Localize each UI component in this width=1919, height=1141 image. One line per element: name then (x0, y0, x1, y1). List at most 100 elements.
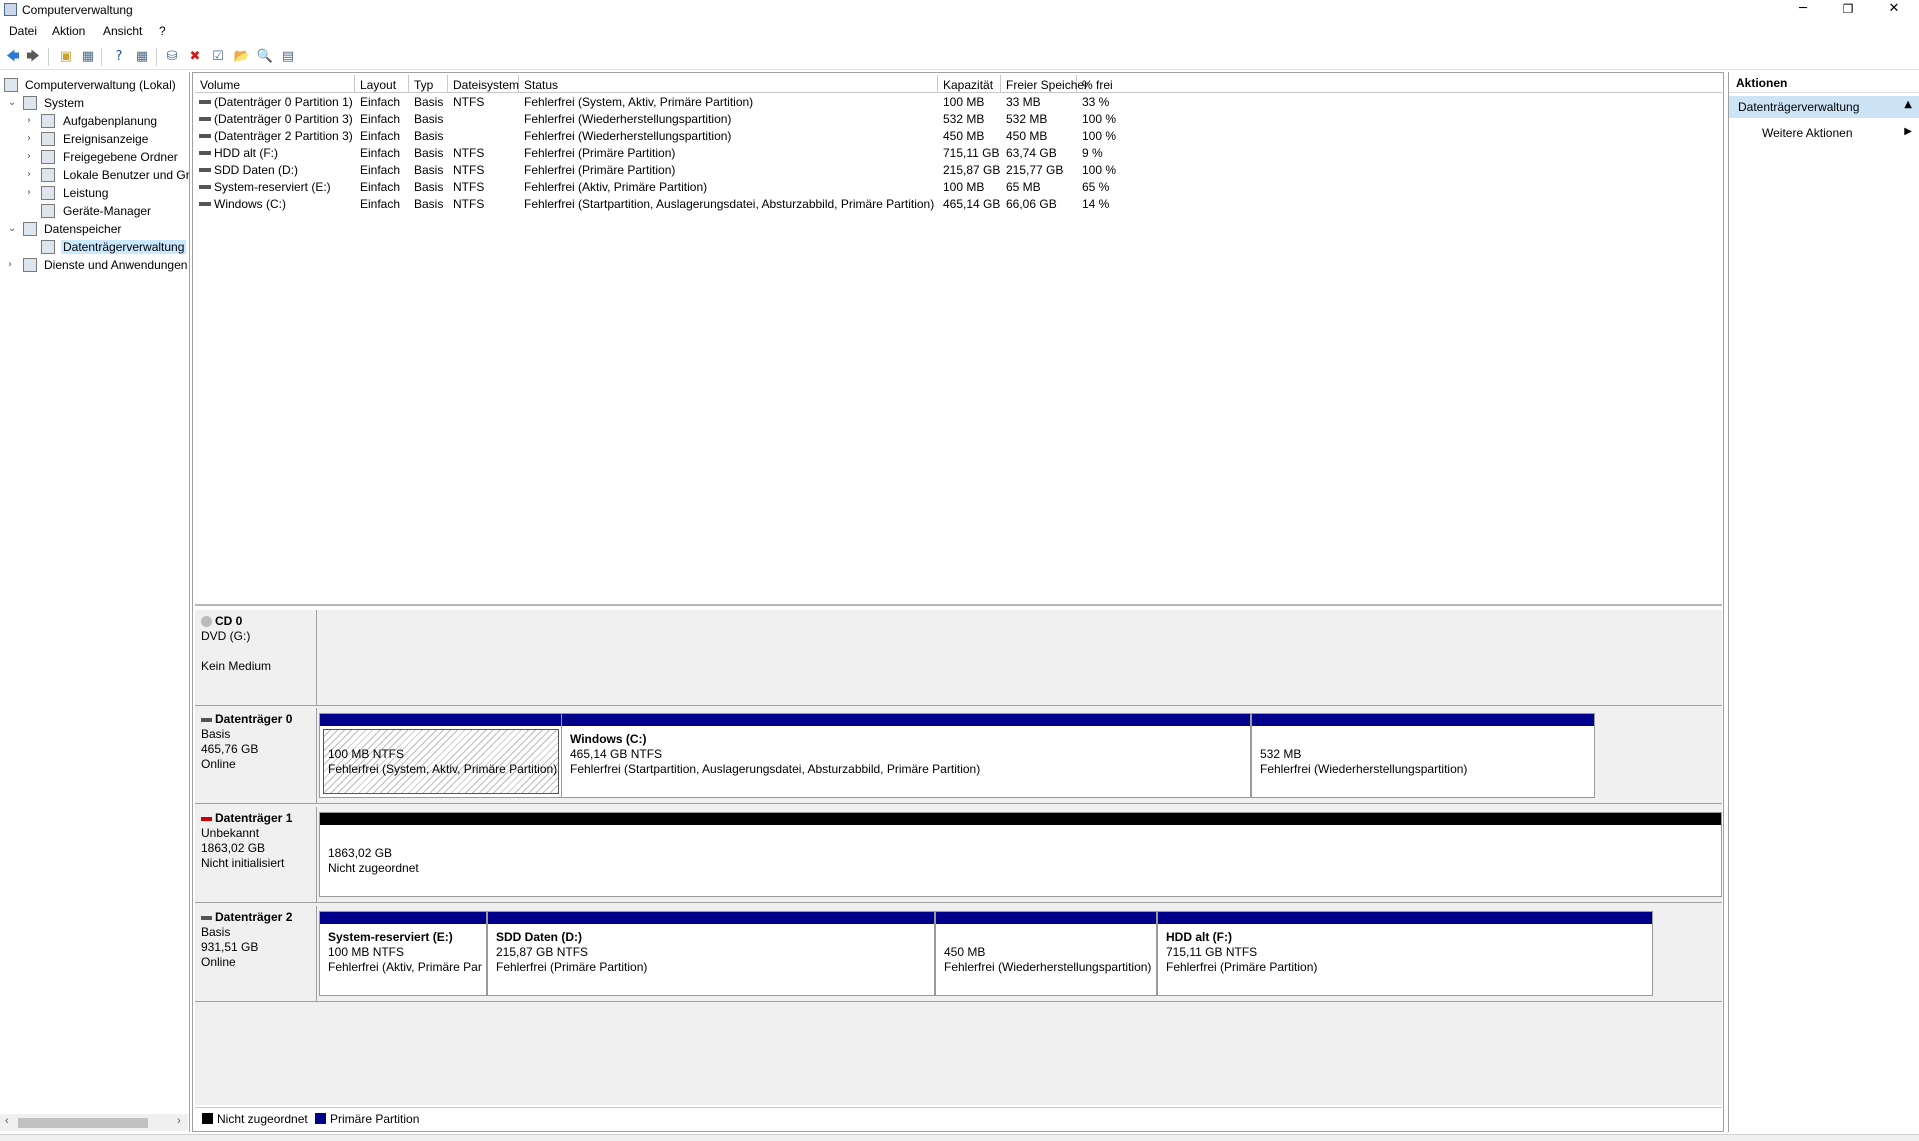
scroll-thumb[interactable] (18, 1118, 148, 1128)
disk-label-cd-0[interactable]: CD 0 DVD (G:) Kein Medium (195, 610, 317, 706)
properties-icon[interactable]: ▤ (279, 48, 297, 66)
cell-dateisystem: NTFS (453, 146, 484, 160)
column-header-freier-speicher[interactable]: Freier Speicher (1001, 75, 1088, 93)
collapse-up-icon[interactable]: ▲ (1904, 99, 1912, 110)
partition-system-reserviert-e[interactable]: System-reserviert (E:) 100 MB NTFS Fehlerf… (319, 911, 487, 996)
connect-drive-icon[interactable]: ⛁ (163, 48, 181, 66)
table-row[interactable]: SDD Daten (D:) Einfach Basis NTFS Fehlerfrei… (195, 162, 1722, 179)
scroll-right-icon[interactable]: › (177, 1115, 181, 1127)
partition-sdd-daten-d[interactable]: SDD Daten (D:) 215,87 GB NTFS Fehlerfrei (… (487, 911, 935, 996)
disk-name-text: Datenträger 0 (215, 712, 293, 726)
disk-name-text: CD 0 (215, 614, 243, 628)
table-row[interactable]: System-reserviert (E:) Einfach Basis NTFS Fe… (195, 179, 1722, 196)
services-icon (23, 258, 37, 272)
back-icon[interactable]: 🡄 (4, 48, 22, 66)
tree-horizontal-scrollbar[interactable]: ‹ › (0, 1114, 188, 1131)
column-header-dateisystem[interactable]: Dateisystem (448, 75, 519, 93)
cell-text: System-reserviert (E:) (214, 180, 331, 194)
column-header-kapazität[interactable]: Kapazität (938, 75, 1001, 93)
more-actions-item[interactable]: Weitere Aktionen ▶ (1729, 122, 1919, 144)
menu-datei[interactable]: Datei (9, 24, 37, 38)
check-icon[interactable]: ☑ (209, 48, 227, 66)
cell-text: Basis (414, 112, 444, 126)
table-row[interactable]: (Datenträger 2 Partition 3) Einfach Basis F… (195, 128, 1722, 145)
partition-hdd-alt-f[interactable]: HDD alt (F:) 715,11 GB NTFS Fehlerfrei (Pr… (1157, 911, 1653, 996)
forward-icon[interactable]: 🡆 (24, 48, 42, 66)
cell-text: 63,74 GB (1006, 146, 1057, 160)
partition-title (1260, 732, 1586, 747)
menu-help[interactable]: ? (159, 24, 166, 38)
more-actions-label: Weitere Aktionen (1762, 126, 1853, 140)
tree-item-datenspeicher[interactable]: ⌄ Datenspeicher (0, 220, 189, 238)
cell-typ: Basis (414, 197, 443, 211)
cell-freier-speicher: 33 MB (1006, 95, 1041, 109)
collapsed-chevron-icon[interactable]: › (27, 169, 37, 180)
folder-search-icon[interactable]: 🔍 (256, 48, 274, 66)
disk-label-datenträger-2[interactable]: Datenträger 2 Basis 931,51 GB Online (195, 906, 317, 1002)
partition-unnamed-2[interactable]: 450 MB Fehlerfrei (Wiederherstellungspart… (935, 911, 1157, 996)
collapsed-chevron-icon[interactable]: › (27, 151, 37, 162)
tree-item-aufgabenplanung[interactable]: › Aufgabenplanung (0, 112, 189, 130)
tree-item-lokale-benutzer-und-gr[interactable]: › Lokale Benutzer und Gr (0, 166, 189, 184)
cell-text: 450 MB (943, 129, 985, 143)
disk-label-datenträger-1[interactable]: Datenträger 1 Unbekannt 1863,02 GB Nicht in… (195, 807, 317, 903)
tree-item-system[interactable]: ⌄ System (0, 94, 189, 112)
table-row[interactable]: (Datenträger 0 Partition 3) Einfach Basis F… (195, 111, 1722, 128)
toolbar-separator (48, 48, 49, 66)
cell-status: Fehlerfrei (Aktiv, Primäre Partition) (524, 180, 707, 194)
tree-item-computerverwaltung-lokal[interactable]: Computerverwaltung (Lokal) (0, 76, 189, 94)
legend-swatch-primary (315, 1113, 326, 1124)
menu-bar: Datei Aktion Ansicht ? (0, 21, 1919, 43)
collapsed-chevron-icon[interactable]: › (27, 133, 37, 144)
actions-header: Aktionen (1729, 72, 1919, 93)
scroll-left-icon[interactable]: ‹ (5, 1115, 9, 1127)
show-hide-action-icon[interactable]: ▦ (133, 48, 151, 66)
partition-unnamed-2[interactable]: 532 MB Fehlerfrei (Wiederherstellungspart… (1251, 713, 1595, 798)
partition-unnamed-0[interactable]: 100 MB NTFS Fehlerfrei (System, Aktiv, Pr… (319, 713, 563, 798)
help-icon[interactable]: ? (110, 48, 128, 66)
table-row[interactable]: HDD alt (F:) Einfach Basis NTFS Fehlerfrei (… (195, 145, 1722, 162)
disk-name-text: Datenträger 1 (215, 811, 293, 825)
partition-windows-c[interactable]: Windows (C:) 465,14 GB NTFS Fehlerfrei (St… (561, 713, 1251, 798)
expanded-chevron-icon[interactable]: ⌄ (8, 223, 18, 234)
tree-item-freigegebene-ordner[interactable]: › Freigegebene Ordner (0, 148, 189, 166)
folder-open-icon[interactable]: 📂 (233, 48, 251, 66)
tree-item-dienste-und-anwendungen[interactable]: › Dienste und Anwendungen (0, 256, 189, 274)
cell-volume: (Datenträger 0 Partition 1) (195, 95, 353, 109)
column-header-layout[interactable]: Layout (355, 75, 409, 93)
column-header-volume[interactable]: Volume (195, 75, 355, 93)
actions-section-disk-management[interactable]: Datenträgerverwaltung ▲ (1729, 96, 1919, 118)
column-header-typ[interactable]: Typ (409, 75, 448, 93)
tree-item-label: Ereignisanzeige (63, 132, 149, 146)
close-button[interactable]: ✕ (1872, 0, 1916, 20)
menu-aktion[interactable]: Aktion (52, 24, 85, 38)
collapsed-chevron-icon[interactable]: › (27, 115, 37, 126)
column-header-status[interactable]: Status (519, 75, 938, 93)
table-row[interactable]: (Datenträger 0 Partition 1) Einfach Basis N… (195, 94, 1722, 111)
table-row[interactable]: Windows (C:) Einfach Basis NTFS Fehlerfrei (… (195, 196, 1722, 213)
minimize-button[interactable]: ─ (1781, 0, 1825, 20)
column-header-frei[interactable]: % frei (1077, 75, 1722, 93)
cell-frei: 100 % (1082, 129, 1116, 143)
menu-ansicht[interactable]: Ansicht (103, 24, 142, 38)
collapsed-chevron-icon[interactable]: › (27, 187, 37, 198)
disk-partition-strip: 100 MB NTFS Fehlerfrei (System, Aktiv, Pr… (317, 708, 1722, 804)
disk-label-datenträger-0[interactable]: Datenträger 0 Basis 465,76 GB Online (195, 708, 317, 804)
collapsed-chevron-icon[interactable]: › (8, 259, 18, 270)
expanded-chevron-icon[interactable]: ⌄ (8, 97, 18, 108)
partition-type-bar (320, 714, 562, 726)
restore-button[interactable]: ❐ (1826, 0, 1870, 20)
tree-item-leistung[interactable]: › Leistung (0, 184, 189, 202)
partition-unnamed-0[interactable]: 1863,02 GB Nicht zugeordnet (319, 812, 1722, 897)
disk-info-line: Basis (201, 727, 231, 741)
delete-icon[interactable]: ✖ (186, 48, 204, 66)
cell-typ: Basis (414, 180, 443, 194)
cell-text: Fehlerfrei (Wiederherstellungspartition) (524, 112, 732, 126)
up-folder-icon[interactable]: ▣ (57, 48, 75, 66)
show-hide-tree-icon[interactable]: ▦ (79, 48, 97, 66)
tree-item-datenträgerverwaltung[interactable]: Datenträgerverwaltung (0, 238, 189, 256)
cell-text: 465,14 GB (943, 197, 1001, 211)
tree-item-ereignisanzeige[interactable]: › Ereignisanzeige (0, 130, 189, 148)
volume-icon (199, 150, 211, 155)
tree-item-geräte-manager[interactable]: Geräte-Manager (0, 202, 189, 220)
